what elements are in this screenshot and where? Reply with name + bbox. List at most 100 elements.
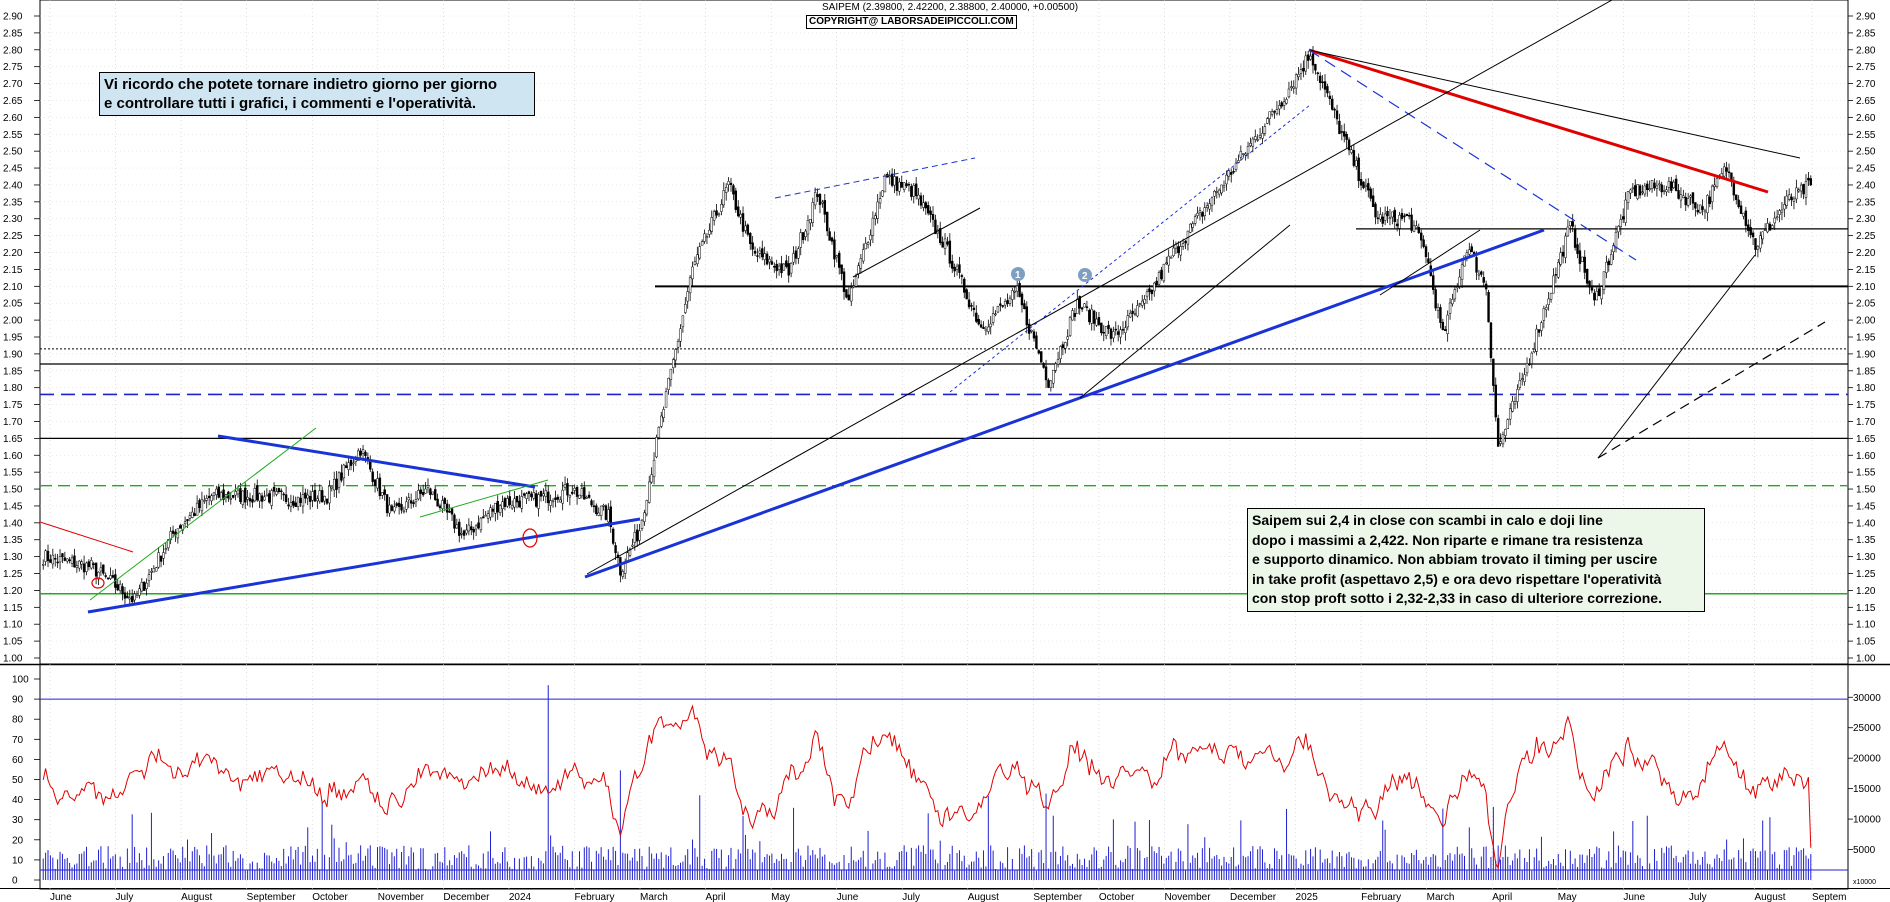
month-label: October bbox=[312, 892, 348, 902]
price-candle bbox=[1066, 336, 1069, 340]
price-tick-label: 1.60 bbox=[3, 451, 23, 462]
price-candle bbox=[289, 502, 293, 508]
price-candle bbox=[833, 239, 836, 260]
price-candle bbox=[787, 263, 790, 276]
price-candle bbox=[1588, 280, 1591, 288]
price-candle bbox=[963, 278, 966, 293]
price-candle bbox=[61, 553, 64, 558]
price-candle bbox=[667, 377, 670, 390]
price-candle bbox=[939, 228, 942, 243]
price-candle bbox=[1672, 181, 1675, 188]
price-candle bbox=[94, 562, 98, 577]
price-candle bbox=[1780, 209, 1784, 213]
price-candle bbox=[152, 568, 156, 573]
price-candle bbox=[537, 494, 540, 509]
price-candle bbox=[1371, 195, 1375, 208]
price-candle bbox=[948, 240, 952, 264]
price-candle bbox=[1739, 205, 1743, 214]
price-candle bbox=[924, 202, 928, 209]
price-candle bbox=[1379, 214, 1382, 220]
price-candle bbox=[1576, 244, 1579, 254]
price-candle bbox=[672, 359, 675, 368]
month-label: August bbox=[181, 892, 212, 902]
price-candle bbox=[705, 236, 709, 238]
price-candle bbox=[999, 303, 1002, 306]
note-navigation-line: Vi ricordo che potete tornare indietro g… bbox=[104, 76, 498, 93]
month-label: 2025 bbox=[1296, 892, 1319, 902]
price-candle bbox=[556, 496, 560, 500]
price-candle bbox=[203, 500, 206, 502]
price-candle bbox=[41, 563, 45, 566]
price-candle bbox=[513, 498, 516, 508]
price-candle bbox=[1573, 228, 1577, 248]
month-label: August bbox=[1754, 892, 1785, 902]
volume-tick-label: 25000 bbox=[1853, 723, 1881, 734]
price-candle bbox=[1761, 231, 1764, 240]
price-candle bbox=[1167, 255, 1170, 266]
price-tick-label: 2.40 bbox=[3, 180, 23, 191]
price-candle bbox=[749, 233, 752, 244]
price-candle bbox=[1516, 389, 1519, 402]
price-candle bbox=[412, 502, 415, 505]
price-candle bbox=[1581, 256, 1584, 262]
price-candle bbox=[1768, 223, 1772, 231]
price-candle bbox=[1061, 344, 1065, 349]
price-candle bbox=[1682, 195, 1685, 199]
price-candle bbox=[82, 563, 86, 573]
price-candle bbox=[109, 575, 112, 579]
price-candle bbox=[361, 449, 365, 454]
price-candle bbox=[340, 472, 343, 481]
price-candle bbox=[1333, 108, 1336, 111]
price-candle bbox=[157, 552, 160, 568]
price-candle bbox=[830, 237, 834, 242]
price-candle bbox=[1119, 329, 1122, 338]
price-candle bbox=[1744, 210, 1748, 226]
step-marker-label: 2 bbox=[1082, 271, 1088, 282]
price-candle bbox=[1542, 308, 1546, 321]
price-candle bbox=[898, 181, 901, 192]
price-candle bbox=[623, 563, 627, 574]
price-candle bbox=[1708, 196, 1712, 204]
price-candle bbox=[1100, 322, 1103, 334]
price-candle bbox=[1357, 157, 1360, 181]
price-candle bbox=[1249, 143, 1252, 147]
price-candle bbox=[1460, 264, 1464, 280]
price-candle bbox=[373, 479, 377, 486]
rsi-tick-label: 60 bbox=[12, 755, 24, 766]
price-candle bbox=[1311, 53, 1315, 66]
price-candle bbox=[652, 459, 656, 478]
price-candle bbox=[1590, 287, 1594, 291]
price-candle bbox=[1148, 288, 1151, 293]
price-candle bbox=[308, 495, 312, 502]
price-candle bbox=[1309, 55, 1312, 60]
price-candle bbox=[474, 525, 478, 530]
price-candle bbox=[1143, 298, 1146, 304]
price-tick-label: 1.50 bbox=[3, 485, 23, 496]
price-candle bbox=[664, 391, 668, 408]
price-tick-label: 1.65 bbox=[1856, 434, 1876, 445]
price-candle bbox=[1124, 327, 1127, 333]
price-candle bbox=[135, 595, 139, 598]
price-candle bbox=[1655, 185, 1659, 189]
price-tick-label: 2.65 bbox=[3, 96, 23, 107]
price-candle bbox=[1189, 223, 1192, 233]
price-candle bbox=[496, 501, 499, 513]
price-tick-label: 2.65 bbox=[1856, 96, 1876, 107]
price-candle bbox=[1484, 283, 1488, 290]
price-tick-label: 1.25 bbox=[1856, 569, 1876, 580]
month-label: July bbox=[1689, 892, 1707, 902]
price-candle bbox=[1662, 190, 1666, 192]
price-candle bbox=[1107, 324, 1110, 329]
price-candle bbox=[724, 187, 728, 193]
price-candle bbox=[1799, 184, 1803, 192]
price-candle bbox=[1225, 174, 1228, 185]
price-candle bbox=[1369, 188, 1372, 199]
price-candle bbox=[838, 252, 841, 268]
price-candle bbox=[405, 501, 408, 510]
price-candle bbox=[676, 340, 680, 348]
price-candle bbox=[1415, 225, 1418, 228]
price-candle bbox=[388, 504, 391, 514]
price-candle bbox=[929, 210, 932, 215]
price-candle bbox=[599, 505, 603, 516]
price-candle bbox=[1049, 380, 1053, 388]
